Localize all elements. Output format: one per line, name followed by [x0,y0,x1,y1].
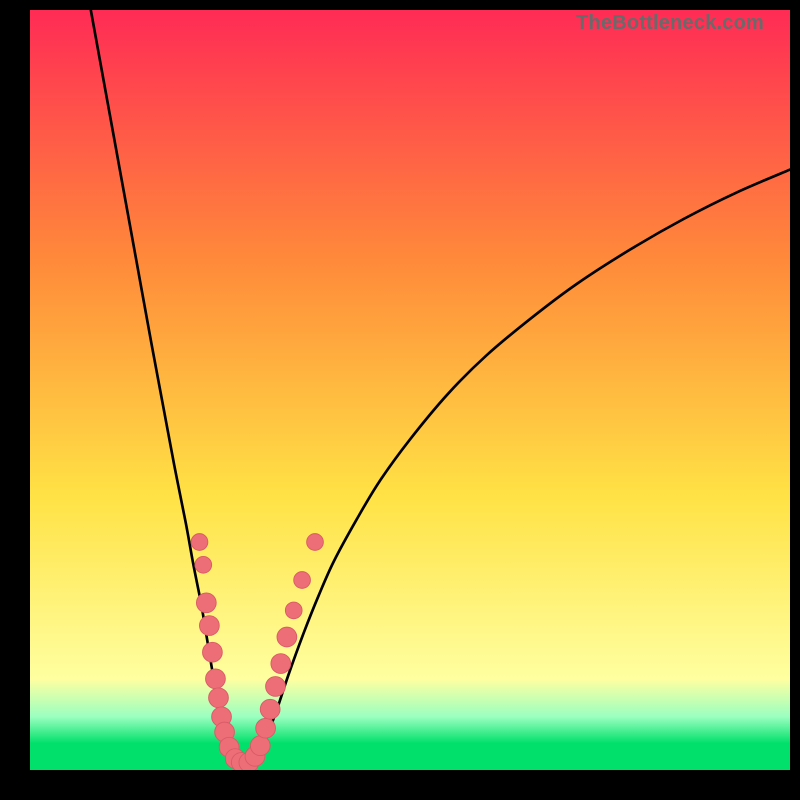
scatter-dots [191,534,323,770]
dot [285,602,302,619]
dot [191,534,208,551]
dot [209,688,229,708]
dot [199,616,219,636]
curve-path [91,10,790,765]
dot [195,556,212,573]
dot [203,642,223,662]
watermark-text: TheBottleneck.com [576,12,764,35]
dot [307,534,324,551]
chart-frame: TheBottleneck.com [0,0,800,800]
plot-area [30,10,790,770]
dot [266,677,286,697]
curve-layer [30,10,790,770]
bottleneck-curve [91,10,790,765]
dot [271,654,291,674]
dot [206,669,226,689]
dot [256,718,276,738]
dot [196,593,216,613]
dot [260,699,280,719]
dot [250,736,270,756]
dot [294,572,311,589]
dot [277,627,297,647]
